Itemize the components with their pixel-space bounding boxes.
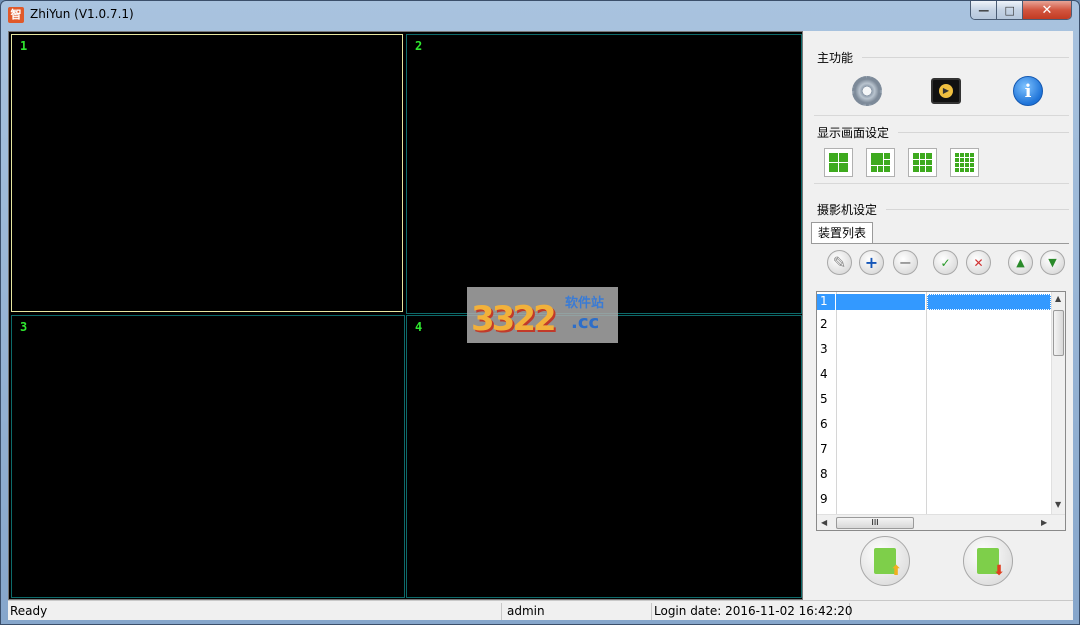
pane-number: 2 <box>415 39 423 53</box>
window-controls: — □ ✕ <box>970 1 1072 20</box>
scroll-down-icon[interactable]: ▼ <box>1055 500 1061 509</box>
client-area: 1 2 3 4 3322 .cc 软件站 主功能 ▶ i 显示画面设定 摄影机设… <box>8 31 1073 600</box>
title-bar[interactable]: 智 ZhiYun (V1.0.7.1) — □ ✕ <box>1 1 1079 28</box>
list-item[interactable]: 4 <box>817 362 1052 387</box>
arrow-down-icon: ▼ <box>1048 256 1057 269</box>
upload-icon: ⬆ <box>874 548 902 578</box>
pane-number: 3 <box>20 320 28 334</box>
divider <box>898 132 1069 133</box>
maximize-button[interactable]: □ <box>997 1 1023 19</box>
list-item[interactable]: 5 <box>817 387 1052 412</box>
move-up-button[interactable]: ▲ <box>1008 250 1033 275</box>
status-login-date: Login date: 2016-11-02 16:42:20 <box>654 603 853 620</box>
list-item[interactable]: 8 <box>817 462 1052 487</box>
info-icon: i <box>1013 76 1043 106</box>
display-layout-title: 显示画面设定 <box>817 126 890 140</box>
upload-arrow-icon: ⬆ <box>890 563 902 579</box>
scroll-up-icon[interactable]: ▲ <box>1055 294 1061 303</box>
main-functions-group: 主功能 ▶ i <box>814 49 1069 116</box>
horizontal-scrollbar[interactable]: ◀ III ▶ <box>817 514 1065 530</box>
display-layout-group: 显示画面设定 <box>814 124 1069 184</box>
video-grid: 1 2 3 4 3322 .cc 软件站 <box>8 31 803 600</box>
list-item[interactable]: 7 <box>817 437 1052 462</box>
pane-number: 1 <box>20 39 28 53</box>
row-number: 6 <box>820 417 828 431</box>
playback-button[interactable]: ▶ <box>928 73 964 109</box>
scroll-thumb[interactable]: III <box>836 517 914 529</box>
main-functions-title: 主功能 <box>817 51 854 65</box>
status-empty <box>850 603 1073 620</box>
list-item[interactable]: 3 <box>817 337 1052 362</box>
list-item[interactable]: 2 <box>817 312 1052 337</box>
app-window: 智 ZhiYun (V1.0.7.1) — □ ✕ 1 2 3 4 3322 .… <box>0 0 1080 625</box>
download-icon: ⬇ <box>977 548 1005 578</box>
video-pane-3[interactable]: 3 <box>11 315 405 598</box>
row-number: 2 <box>820 317 828 331</box>
divider <box>886 209 1069 210</box>
list-cell <box>836 294 925 310</box>
scroll-right-icon[interactable]: ▶ <box>1041 518 1047 527</box>
row-number: 1 <box>817 294 835 310</box>
row-number: 4 <box>820 367 828 381</box>
status-bar: Ready admin Login date: 2016-11-02 16:42… <box>8 600 1073 620</box>
video-pane-1[interactable]: 1 <box>11 34 403 312</box>
row-number: 8 <box>820 467 828 481</box>
layout-4x4-button[interactable] <box>950 148 979 177</box>
row-number: 3 <box>820 342 828 356</box>
gear-icon <box>852 76 882 106</box>
list-item[interactable]: 9 <box>817 487 1052 512</box>
row-number: 7 <box>820 442 828 456</box>
watermark-number: 3322 <box>471 299 557 339</box>
disconnect-device-button[interactable]: ✕ <box>966 250 991 275</box>
device-list[interactable]: 1 2 3 4 5 6 7 8 9 ▲ ▼ ◀ III ▶ <box>816 291 1066 531</box>
about-button[interactable]: i <box>1010 73 1046 109</box>
layout-2x2-button[interactable] <box>824 148 853 177</box>
close-button[interactable]: ✕ <box>1022 1 1071 19</box>
add-device-button[interactable]: + <box>859 250 884 275</box>
move-down-button[interactable]: ▼ <box>1040 250 1065 275</box>
video-pane-4[interactable]: 4 <box>406 315 802 598</box>
download-arrow-icon: ⬇ <box>993 563 1005 579</box>
pane-number: 4 <box>415 320 423 334</box>
layout-3x3-button[interactable] <box>908 148 937 177</box>
divider <box>862 57 1069 58</box>
minus-icon: − <box>898 253 913 272</box>
player-icon: ▶ <box>931 78 961 104</box>
row-number: 5 <box>820 392 828 406</box>
watermark-site: 软件站 <box>565 296 605 311</box>
minimize-button[interactable]: — <box>971 1 998 19</box>
window-title: ZhiYun (V1.0.7.1) <box>30 7 134 21</box>
play-icon: ▶ <box>939 84 953 98</box>
list-cell <box>927 294 1051 310</box>
watermark-domain: .cc <box>571 312 600 333</box>
vertical-scrollbar[interactable]: ▲ ▼ <box>1051 292 1065 514</box>
settings-button[interactable] <box>849 73 885 109</box>
tab-device-list[interactable]: 装置列表 <box>811 222 874 244</box>
app-icon: 智 <box>8 7 24 23</box>
download-button[interactable]: ⬇ <box>963 536 1013 586</box>
arrow-up-icon: ▲ <box>1016 256 1025 269</box>
list-item[interactable]: 6 <box>817 412 1052 437</box>
upload-button[interactable]: ⬆ <box>860 536 910 586</box>
camera-settings-title: 摄影机设定 <box>817 203 878 217</box>
status-ready: Ready <box>8 603 502 620</box>
row-number: 9 <box>820 492 828 506</box>
edit-device-button[interactable]: ✎ <box>827 250 852 275</box>
pencil-icon: ✎ <box>832 253 847 272</box>
connect-device-button[interactable]: ✓ <box>933 250 958 275</box>
scroll-left-icon[interactable]: ◀ <box>821 518 827 527</box>
scroll-thumb[interactable] <box>1053 310 1064 356</box>
watermark-logo: 3322 .cc 软件站 <box>467 287 618 343</box>
disconnect-icon: ✕ <box>973 255 984 270</box>
status-user: admin <box>505 603 652 620</box>
plus-icon: + <box>864 253 879 272</box>
side-panel: 主功能 ▶ i 显示画面设定 摄影机设定 装置列表 ✎ + − ✓ ✕ ▲ ▼ … <box>808 31 1073 600</box>
layout-1plus5-button[interactable] <box>866 148 895 177</box>
remove-device-button[interactable]: − <box>893 250 918 275</box>
connect-icon: ✓ <box>940 255 951 270</box>
video-pane-2[interactable]: 2 <box>406 34 802 314</box>
